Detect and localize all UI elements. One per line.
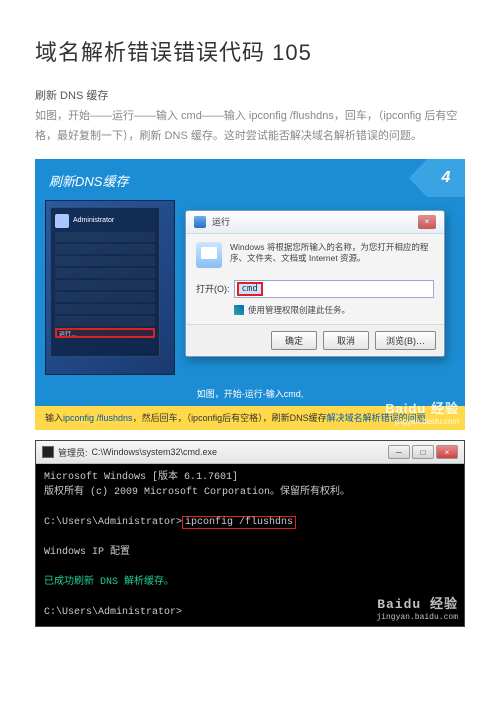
term-line: Windows IP 配置: [44, 545, 456, 560]
run-dialog-title: 运行: [212, 215, 230, 228]
ok-button[interactable]: 确定: [271, 331, 317, 350]
terminal-body[interactable]: Microsoft Windows [版本 6.1.7601] 版权所有 (c)…: [36, 464, 464, 626]
figure1-header-text: 刷新DNS缓存: [49, 174, 128, 189]
term-command-highlight: ipconfig /flushdns: [182, 516, 296, 529]
minimize-button[interactable]: ─: [388, 445, 410, 459]
start-menu: Administrator 运行…: [50, 207, 160, 357]
term-prompt: C:\Users\Administrator>: [44, 607, 182, 618]
start-menu-run-item[interactable]: 运行…: [55, 328, 155, 338]
run-dialog-description: Windows 将根据您所输入的名称，为您打开相应的程序、文件夹、文档或 Int…: [230, 242, 434, 268]
term-success-line: 已成功刷新 DNS 解析缓存。: [44, 575, 456, 590]
run-dialog-body: Windows 将根据您所输入的名称，为您打开相应的程序、文件夹、文档或 Int…: [186, 234, 444, 276]
avatar-icon: [55, 214, 69, 228]
footer-text-a: 输入: [45, 413, 63, 423]
start-menu-item: [55, 268, 155, 278]
start-menu-item: [55, 244, 155, 254]
run-admin-text: 使用管理权限创建此任务。: [248, 304, 350, 316]
close-button[interactable]: ×: [436, 445, 458, 459]
run-input[interactable]: cmd: [234, 280, 435, 298]
figure-cmd-window: 管理员: C:\Windows\system32\cmd.exe ─ □ × M…: [35, 440, 465, 627]
cmd-titlebar: 管理员: C:\Windows\system32\cmd.exe ─ □ ×: [36, 441, 464, 464]
run-body-icon: [196, 242, 222, 268]
step-badge: 4: [427, 159, 465, 197]
start-menu-user: Administrator: [55, 214, 155, 228]
start-menu-item: [55, 280, 155, 290]
close-button[interactable]: ×: [418, 215, 436, 229]
start-menu-item: [55, 256, 155, 266]
desktop-screenshot: Administrator 运行…: [45, 200, 175, 375]
page-title: 域名解析错误错误代码 105: [35, 35, 465, 67]
start-menu-item: [55, 292, 155, 302]
term-line: C:\Users\Administrator>ipconfig /flushdn…: [44, 515, 456, 530]
run-dialog-titlebar: 运行 ×: [186, 211, 444, 234]
start-menu-item: [55, 316, 155, 326]
run-icon: [194, 216, 206, 228]
maximize-button[interactable]: □: [412, 445, 434, 459]
figure1-header: 刷新DNS缓存 4: [35, 159, 465, 200]
intro-body: 如图，开始——运行——输入 cmd——输入 ipconfig /flushdns…: [35, 107, 465, 147]
term-line: 版权所有 (c) 2009 Microsoft Corporation。保留所有…: [44, 485, 456, 500]
cmd-title-path: C:\Windows\system32\cmd.exe: [92, 447, 218, 457]
figure1-footer-bottom: 输入ipconfig /flushdns，然后回车，（ipconfig后有空格）…: [35, 406, 465, 431]
run-dialog: 运行 × Windows 将根据您所输入的名称，为您打开相应的程序、文件夹、文档…: [185, 210, 445, 357]
watermark-url: jingyan.baidu.com: [385, 417, 459, 427]
run-open-row: 打开(O): cmd: [186, 276, 444, 300]
run-admin-note: 使用管理权限创建此任务。: [186, 300, 444, 324]
watermark-url: jingyan.baidu.com: [376, 613, 458, 623]
start-menu-item: [55, 304, 155, 314]
browse-button[interactable]: 浏览(B)…: [375, 331, 436, 350]
footer-text-b: ，然后回车，（ipconfig后有空格），刷新DNS缓存: [133, 413, 327, 423]
figure-run-dialog: 刷新DNS缓存 4 Administrator 运行…: [35, 159, 465, 431]
intro-subtitle: 刷新 DNS 缓存: [35, 87, 465, 103]
shield-icon: [234, 305, 244, 315]
footer-cmd: ipconfig /flushdns: [63, 413, 133, 423]
start-menu-item: [55, 232, 155, 242]
cmd-title-prefix: 管理员:: [58, 446, 88, 459]
figure1-body: Administrator 运行… 运行 × Windows: [35, 200, 465, 385]
term-prompt: C:\Users\Administrator>: [44, 517, 182, 528]
run-open-label: 打开(O):: [196, 282, 230, 295]
run-input-value: cmd: [237, 282, 263, 296]
watermark: Baidu 经验 jingyan.baidu.com: [376, 597, 458, 622]
cmd-icon: [42, 446, 54, 458]
run-dialog-buttons: 确定 取消 浏览(B)…: [186, 324, 444, 356]
watermark: Baidu 经验 jingyan.baidu.com: [385, 401, 459, 426]
term-line: Microsoft Windows [版本 6.1.7601]: [44, 470, 456, 485]
watermark-logo: Baidu 经验: [385, 401, 459, 417]
figure1-footer: 如图，开始-运行-输入cmd, 输入ipconfig /flushdns，然后回…: [35, 385, 465, 431]
watermark-logo: Baidu 经验: [376, 597, 458, 613]
cancel-button[interactable]: 取消: [323, 331, 369, 350]
start-menu-username: Administrator: [73, 217, 114, 224]
